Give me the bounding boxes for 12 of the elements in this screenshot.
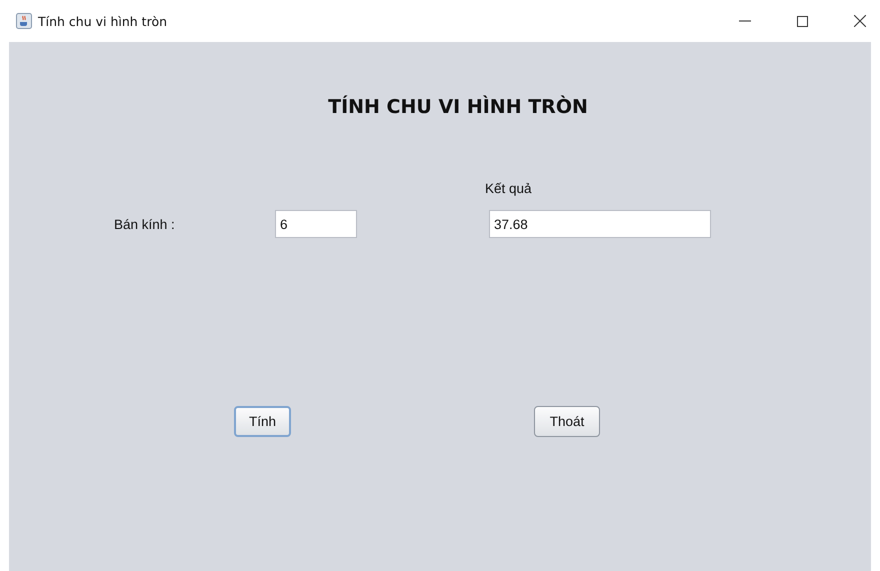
java-cup-icon [16, 13, 32, 29]
maximize-icon[interactable] [797, 16, 808, 26]
exit-button[interactable]: Thoát [534, 406, 600, 437]
heading: TÍNH CHU VI HÌNH TRÒN [327, 96, 589, 120]
radius-field[interactable]: 6 [275, 210, 357, 238]
result-field[interactable]: 37.68 [489, 210, 711, 238]
minimize-icon[interactable] [739, 20, 751, 22]
window-title: Tính chu vi hình tròn [38, 14, 168, 28]
radius-label: Bán kính : [114, 216, 176, 232]
result-label: Kết quả [485, 181, 532, 196]
calculate-button[interactable]: Tính [234, 406, 291, 437]
close-icon[interactable] [854, 15, 866, 27]
